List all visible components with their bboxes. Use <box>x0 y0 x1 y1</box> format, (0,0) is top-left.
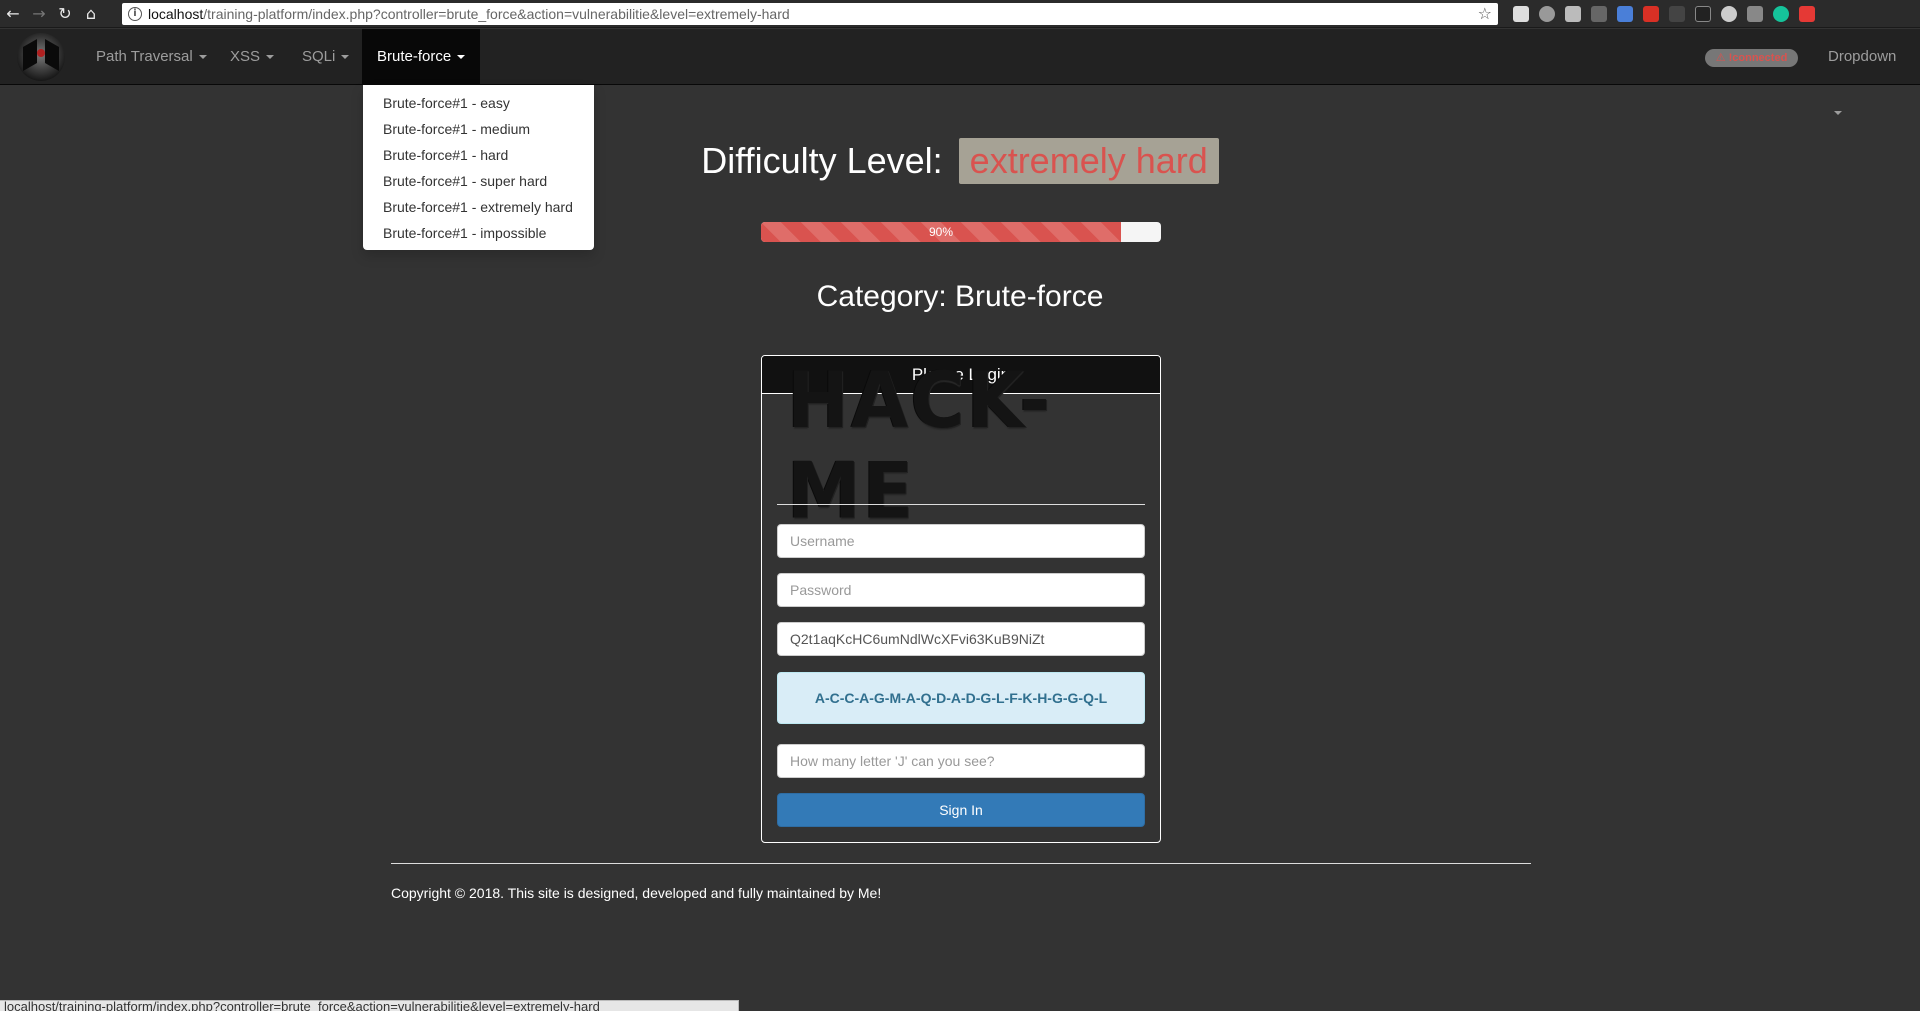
home-icon[interactable]: ⌂ <box>78 0 104 28</box>
nav-brute-force[interactable]: Brute-force <box>362 29 481 85</box>
caret-down-icon <box>341 55 350 60</box>
difficulty-heading: Difficulty Level: extremely hard <box>0 138 1920 184</box>
extension-icon[interactable] <box>1799 6 1815 22</box>
extension-icon[interactable] <box>1539 6 1555 22</box>
captcha-answer-input[interactable] <box>777 744 1145 778</box>
url-path: /training-platform/index.php?controller=… <box>203 6 790 22</box>
difficulty-progress: 90% <box>761 222 1161 242</box>
footer-copyright: Copyright © 2018. This site is designed,… <box>391 885 882 901</box>
extension-icon[interactable] <box>1643 6 1659 22</box>
back-icon[interactable]: ← <box>0 0 26 28</box>
footer-divider <box>391 863 1531 864</box>
extension-icon[interactable] <box>1669 6 1685 22</box>
token-input[interactable] <box>777 622 1145 656</box>
extensions-area <box>1508 4 1820 24</box>
nav-brute-force-label: Brute-force <box>377 48 452 65</box>
translate-extension-icon[interactable] <box>1617 6 1633 22</box>
bookmark-star-icon[interactable]: ☆ <box>1478 4 1492 23</box>
difficulty-level-label: extremely hard <box>958 138 1219 184</box>
difficulty-prefix: Difficulty Level: <box>701 140 943 181</box>
dragon-logo[interactable] <box>17 33 65 81</box>
nav-path-traversal[interactable]: Path Traversal <box>81 29 222 85</box>
login-panel: Please Login HACK-ME A-C-C-A-G-M-A-Q-D-A… <box>761 355 1161 843</box>
status-url: localhost/training-platform/index.php?co… <box>4 1000 600 1011</box>
nav-sqli-label: SQLi <box>302 48 336 65</box>
nav-right-dropdown-label: Dropdown <box>1828 48 1897 65</box>
caret-down-icon <box>266 55 275 60</box>
password-input[interactable] <box>777 573 1145 607</box>
category-heading: Category: Brute-force <box>816 280 1104 313</box>
extension-icon[interactable] <box>1591 6 1607 22</box>
address-bar[interactable]: i localhost/training-platform/index.php?… <box>122 3 1498 25</box>
extension-icon[interactable] <box>1565 6 1581 22</box>
connection-status-badge: ⚠ !connected <box>1705 49 1798 67</box>
caret-down-icon <box>457 55 466 60</box>
extension-icon[interactable] <box>1747 6 1763 22</box>
extension-icon[interactable] <box>1721 6 1737 22</box>
forward-icon[interactable]: → <box>26 0 52 28</box>
hack-me-logo: HACK-ME <box>787 356 1137 537</box>
nav-sqli[interactable]: SQLi <box>287 29 364 85</box>
nav-xss-label: XSS <box>230 48 261 65</box>
browser-status-bar: localhost/training-platform/index.php?co… <box>0 1000 739 1011</box>
browser-toolbar: ← → ↻ ⌂ i localhost/training-platform/in… <box>0 0 1920 28</box>
username-input[interactable] <box>777 524 1145 558</box>
nav-right-dropdown[interactable]: Dropdown <box>1813 29 1920 116</box>
hack-me-logo-text: HACK-ME <box>787 355 1053 537</box>
reload-icon[interactable]: ↻ <box>52 0 78 28</box>
caret-down-icon <box>198 55 207 60</box>
nav-path-traversal-label: Path Traversal <box>96 48 193 65</box>
info-icon[interactable]: i <box>128 7 142 21</box>
captcha-sequence: A-C-C-A-G-M-A-Q-D-A-D-G-L-F-K-H-G-G-Q-L <box>777 672 1145 724</box>
top-navbar: Path Traversal XSS SQLi Brute-force ⚠ !c… <box>0 29 1920 116</box>
dropdown-item-impossible[interactable]: Brute-force#1 - impossible <box>363 220 594 246</box>
sign-in-button[interactable]: Sign In <box>777 793 1145 827</box>
dropdown-item-easy[interactable]: Brute-force#1 - easy <box>363 90 594 116</box>
dropdown-item-extremely-hard[interactable]: Brute-force#1 - extremely hard <box>363 194 594 220</box>
extension-icon[interactable] <box>1695 6 1711 22</box>
nav-xss[interactable]: XSS <box>215 29 289 85</box>
divider <box>777 504 1145 505</box>
url-host: localhost <box>148 6 204 22</box>
caret-down-icon <box>1834 111 1842 116</box>
calculator-extension-icon[interactable] <box>1513 6 1529 22</box>
grammarly-extension-icon[interactable] <box>1773 6 1789 22</box>
progress-bar-fill: 90% <box>761 222 1121 242</box>
